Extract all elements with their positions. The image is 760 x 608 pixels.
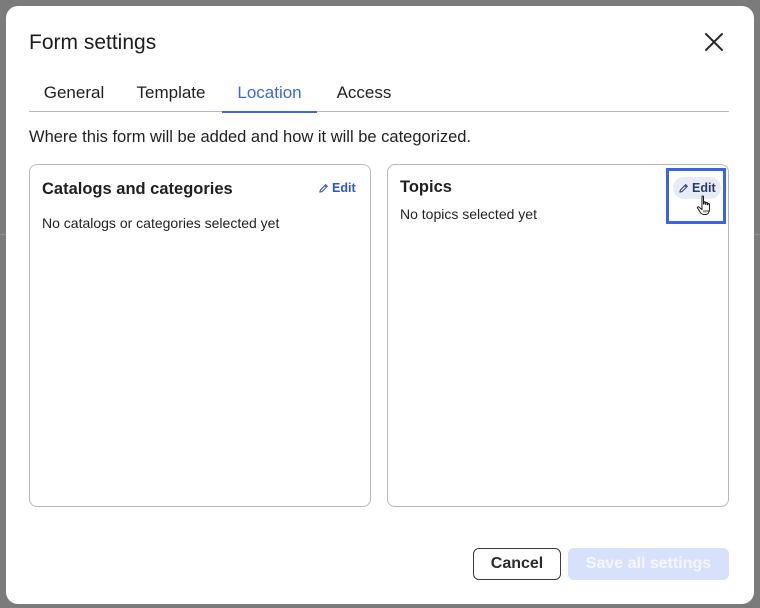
dialog-title: Form settings bbox=[29, 31, 157, 54]
cancel-button[interactable]: Cancel bbox=[473, 548, 561, 580]
catalogs-edit-label: Edit bbox=[332, 181, 356, 195]
tab-general[interactable]: General bbox=[29, 82, 119, 112]
tab-template[interactable]: Template bbox=[126, 82, 216, 112]
topics-edit-button[interactable]: Edit bbox=[673, 177, 721, 199]
topics-empty-text: No topics selected yet bbox=[400, 206, 537, 222]
pencil-icon bbox=[319, 183, 328, 193]
tab-location[interactable]: Location bbox=[222, 82, 317, 113]
catalogs-card: Catalogs and categories Edit No catalogs… bbox=[29, 164, 371, 507]
catalogs-card-title: Catalogs and categories bbox=[42, 180, 233, 198]
tab-bar: General Template Location Access bbox=[29, 82, 729, 113]
catalogs-edit-button[interactable]: Edit bbox=[313, 177, 361, 199]
save-all-settings-button[interactable]: Save all settings bbox=[568, 548, 729, 580]
close-icon bbox=[705, 33, 723, 51]
location-description: Where this form will be added and how it… bbox=[29, 128, 472, 146]
close-button[interactable] bbox=[702, 30, 726, 54]
topics-edit-label: Edit bbox=[692, 181, 716, 195]
topics-card-title: Topics bbox=[400, 178, 452, 196]
topics-card: Topics Edit No topics selected yet bbox=[387, 164, 729, 507]
form-settings-dialog: Form settings General Template Location … bbox=[6, 6, 754, 604]
pencil-icon bbox=[679, 183, 688, 193]
catalogs-empty-text: No catalogs or categories selected yet bbox=[42, 215, 280, 231]
tab-access[interactable]: Access bbox=[323, 82, 405, 112]
